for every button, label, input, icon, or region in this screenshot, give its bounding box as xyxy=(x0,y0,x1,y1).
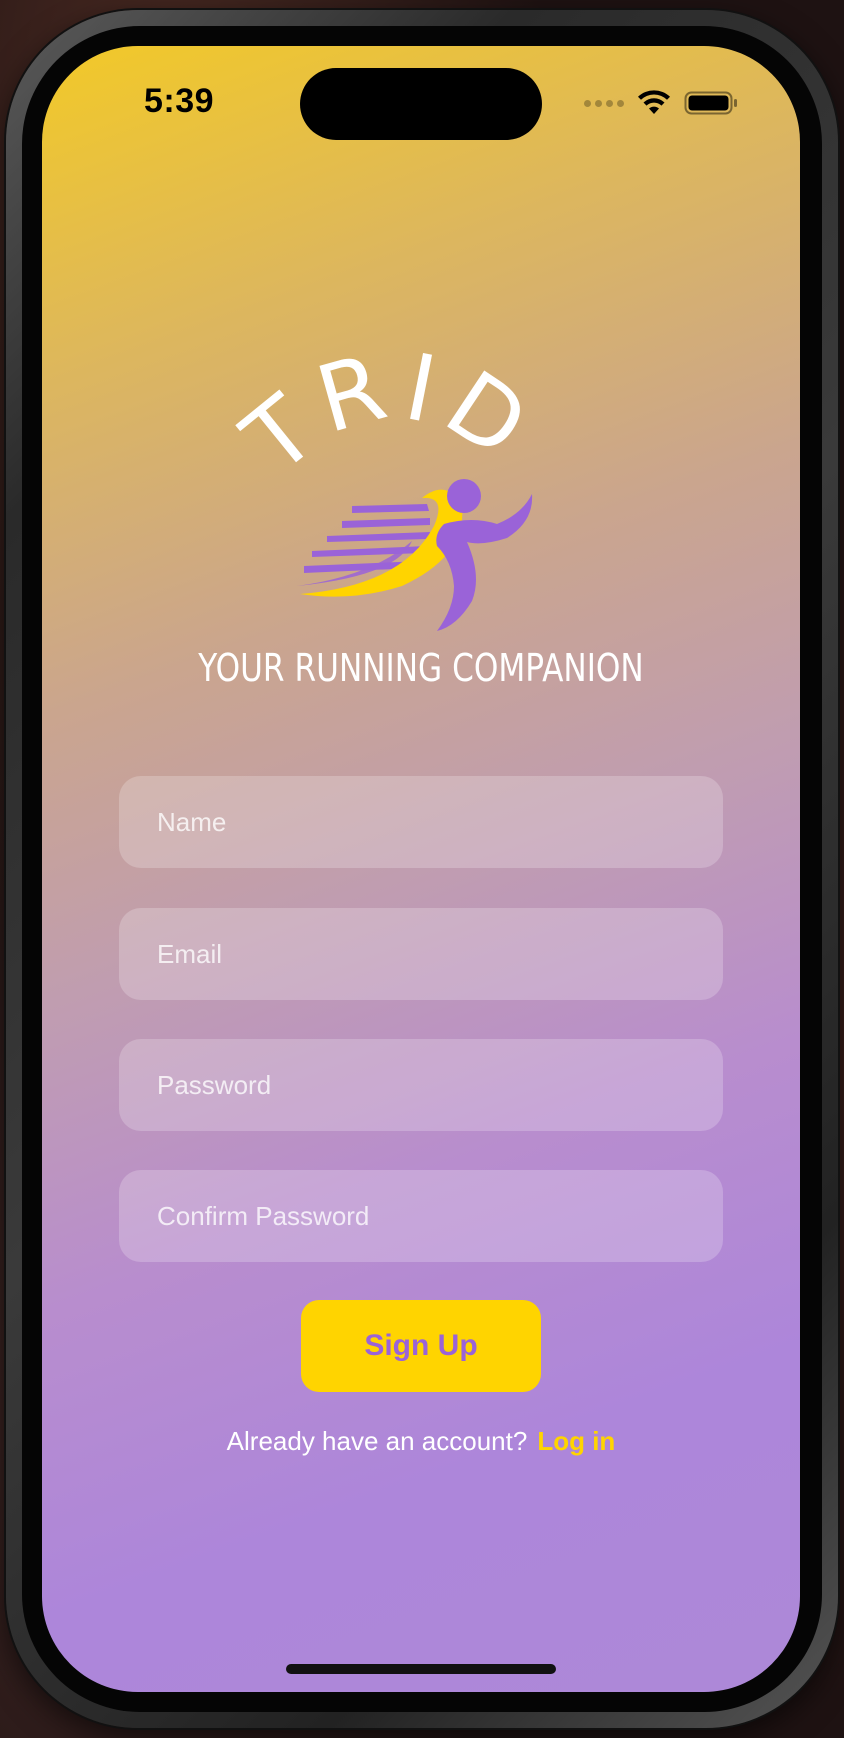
login-prompt-text: Already have an account? xyxy=(226,1426,528,1456)
password-field[interactable] xyxy=(119,1039,723,1131)
email-field[interactable] xyxy=(119,908,723,1000)
login-prompt-row: Already have an account? Log in xyxy=(42,1426,800,1457)
logo-wordmark: STRIDE xyxy=(42,346,554,495)
battery-icon xyxy=(684,91,737,115)
status-icons xyxy=(584,90,738,116)
status-time: 5:39 xyxy=(144,82,215,120)
wifi-icon xyxy=(638,90,670,114)
confirm-password-field[interactable] xyxy=(119,1170,723,1262)
sign-up-button[interactable]: Sign Up xyxy=(301,1300,541,1392)
runner-icon xyxy=(297,479,533,631)
dynamic-island xyxy=(300,68,542,140)
app-tagline: YOUR RUNNING COMPANION xyxy=(198,646,644,690)
log-in-link[interactable]: Log in xyxy=(537,1426,615,1456)
name-field[interactable] xyxy=(119,776,723,868)
home-indicator[interactable] xyxy=(286,1664,556,1674)
cellular-signal-icon xyxy=(584,99,624,107)
app-screen: 5:39 STRIDE xyxy=(42,46,800,1692)
